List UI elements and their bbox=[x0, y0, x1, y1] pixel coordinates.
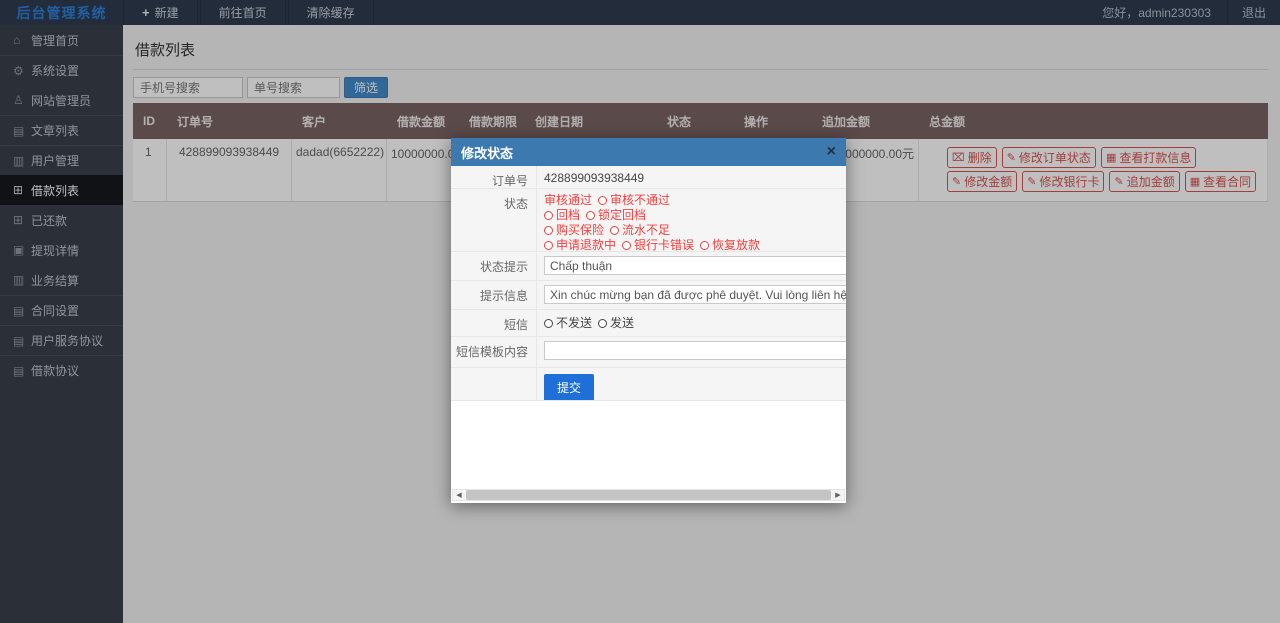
submit-button[interactable]: 提交 bbox=[544, 374, 595, 400]
sms-option-send[interactable]: 发送 bbox=[598, 316, 634, 330]
sms-row: 短信 不发送 发送 bbox=[451, 310, 846, 337]
status-option-rejected[interactable]: 审核不通过 bbox=[598, 193, 670, 207]
status-options: 审核通过 审核不通过 回档 锁定回档 购买保险 流水不足 申请退款中 银行卡错误 恢复放款 bbox=[537, 189, 846, 251]
message-row: 提示信息 bbox=[451, 281, 846, 310]
modal-body: 订单号 428899093938449 状态 审核通过 审核不通过 回档 锁定回档 … bbox=[451, 166, 846, 503]
sms-option-no-send[interactable]: 不发送 bbox=[544, 316, 592, 330]
insufficient-flow-radio[interactable] bbox=[610, 226, 620, 235]
order-no-value: 428899093938449 bbox=[544, 171, 645, 185]
modal-header: 修改状态 × bbox=[451, 138, 846, 166]
card-error-radio[interactable] bbox=[622, 241, 632, 250]
status-option-lock-rollback[interactable]: 锁定回档 bbox=[586, 208, 646, 222]
sms-send-radio[interactable] bbox=[598, 319, 608, 328]
status-row: 状态 审核通过 审核不通过 回档 锁定回档 购买保险 流水不足 申请退款中 银行卡错误恢… bbox=[451, 189, 846, 252]
status-tip-input[interactable] bbox=[544, 256, 846, 275]
message-label: 提示信息 bbox=[451, 281, 537, 309]
refund-requested-radio[interactable] bbox=[544, 241, 553, 250]
status-options-line2: 回档 锁定回档 bbox=[544, 208, 846, 223]
close-icon[interactable]: × bbox=[827, 144, 836, 160]
status-tip-row: 状态提示 bbox=[451, 252, 846, 281]
lock-rollback-radio[interactable] bbox=[586, 211, 596, 220]
order-no-row: 订单号 428899093938449 bbox=[451, 166, 846, 189]
status-option-insufficient-flow[interactable]: 流水不足 bbox=[610, 223, 670, 237]
sms-label: 短信 bbox=[451, 310, 537, 336]
sms-template-label: 短信模板内容 bbox=[451, 337, 537, 367]
resume-loan-radio[interactable] bbox=[700, 241, 710, 250]
status-option-insurance[interactable]: 购买保险 bbox=[544, 223, 604, 237]
modal-title: 修改状态 bbox=[461, 145, 514, 161]
status-options-line3: 购买保险 流水不足 bbox=[544, 223, 846, 238]
status-options-line4: 申请退款中 银行卡错误 恢复放款 bbox=[544, 238, 846, 251]
rejected-radio[interactable] bbox=[598, 196, 608, 205]
scroll-left-icon[interactable]: ◀ bbox=[453, 491, 465, 499]
scroll-right-icon[interactable]: ▶ bbox=[832, 491, 844, 499]
status-option-resume-loan[interactable]: 恢复放款 bbox=[700, 238, 760, 251]
status-tip-label: 状态提示 bbox=[451, 252, 537, 280]
sms-template-input[interactable] bbox=[544, 341, 846, 360]
sms-template-row: 短信模板内容 bbox=[451, 337, 846, 368]
status-label: 状态 bbox=[451, 189, 537, 251]
status-option-rollback[interactable]: 回档 bbox=[544, 208, 580, 222]
status-option-approved[interactable]: 审核通过 bbox=[544, 193, 592, 207]
sms-no-send-radio[interactable] bbox=[544, 319, 553, 328]
insurance-radio[interactable] bbox=[544, 226, 553, 235]
status-option-refund-requested[interactable]: 申请退款中 bbox=[544, 238, 616, 251]
message-input[interactable] bbox=[544, 285, 846, 304]
status-options-line1: 审核通过 审核不通过 bbox=[544, 193, 846, 208]
scrollbar-thumb[interactable] bbox=[466, 490, 831, 500]
modify-status-modal: 修改状态 × 订单号 428899093938449 状态 审核通过 审核不通过 … bbox=[451, 138, 846, 503]
order-no-label: 订单号 bbox=[451, 166, 537, 188]
rollback-radio[interactable] bbox=[544, 211, 553, 220]
status-option-card-error[interactable]: 银行卡错误 bbox=[622, 238, 694, 251]
modal-horizontal-scrollbar[interactable]: ◀ ▶ bbox=[452, 489, 845, 501]
submit-row: 提交 bbox=[451, 368, 846, 401]
